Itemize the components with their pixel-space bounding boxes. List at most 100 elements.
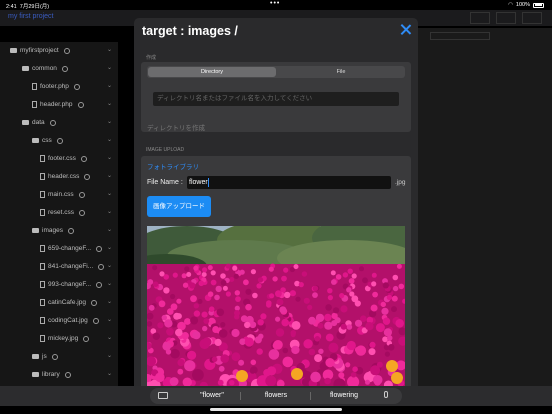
flower-bloom	[275, 290, 282, 298]
file-icon	[40, 155, 45, 162]
convert-button[interactable]	[496, 12, 516, 24]
segment-directory[interactable]: Directory	[148, 67, 276, 77]
tree-item[interactable]: js	[32, 353, 58, 360]
tree-item[interactable]: common	[22, 65, 68, 72]
gear-icon[interactable]	[64, 371, 71, 378]
chevron-down-icon[interactable]: ⌄	[107, 46, 112, 53]
editor-tab[interactable]	[430, 32, 490, 40]
tree-item[interactable]: library	[32, 371, 71, 378]
flower-bloom	[175, 313, 182, 320]
gear-icon[interactable]	[63, 47, 70, 54]
tree-item[interactable]: css	[32, 137, 63, 144]
chevron-down-icon[interactable]: ⌄	[107, 172, 112, 179]
flower-bloom	[147, 279, 154, 285]
suggestion-3[interactable]: flowering	[324, 392, 364, 399]
tree-item[interactable]: images	[32, 227, 74, 234]
tree-item[interactable]: reset.css	[40, 209, 86, 216]
home-indicator	[210, 408, 342, 411]
chevron-down-icon[interactable]: ⌄	[107, 118, 112, 125]
modal-title: target : images /	[142, 24, 238, 38]
gear-icon[interactable]	[96, 245, 103, 252]
gear-icon[interactable]	[61, 65, 68, 72]
check-button[interactable]	[470, 12, 490, 24]
gear-icon[interactable]	[79, 209, 86, 216]
chevron-down-icon[interactable]: ⌄	[107, 262, 112, 269]
tree-item[interactable]: 841-changeFi...	[40, 263, 105, 270]
flower-bloom	[190, 295, 197, 303]
chevron-down-icon[interactable]: ⌄	[107, 64, 112, 71]
suggestion-2[interactable]: flowers	[256, 392, 296, 399]
gear-icon[interactable]	[90, 299, 97, 306]
microphone-icon[interactable]	[384, 391, 388, 398]
chevron-down-icon[interactable]: ⌄	[107, 136, 112, 143]
chevron-down-icon[interactable]: ⌄	[107, 370, 112, 377]
suggestion-separator	[310, 392, 311, 400]
gear-icon[interactable]	[83, 335, 90, 342]
flower-bloom	[256, 348, 263, 355]
gear-icon[interactable]	[98, 263, 105, 270]
tree-item[interactable]: 659-changeF...	[40, 245, 103, 252]
gear-icon[interactable]	[73, 83, 80, 90]
create-directory-button[interactable]: ディレクトリを作成	[147, 122, 205, 132]
flower-bloom	[312, 285, 319, 292]
filename-input[interactable]: flower	[187, 176, 391, 189]
flower-bloom	[172, 272, 178, 278]
gear-icon[interactable]	[67, 227, 74, 234]
tree-item[interactable]: codingCat.jpg	[40, 317, 99, 324]
chevron-down-icon[interactable]: ⌄	[107, 226, 112, 233]
flower-bloom	[307, 304, 313, 310]
segment-file[interactable]: File	[277, 66, 405, 78]
close-icon[interactable]	[399, 23, 412, 36]
chevron-down-icon[interactable]: ⌄	[107, 154, 112, 161]
gear-icon[interactable]	[77, 101, 84, 108]
save-button[interactable]	[522, 12, 542, 24]
tree-item[interactable]: catinCafe.jpg	[40, 299, 97, 306]
tree-item[interactable]: header.php	[32, 101, 84, 108]
chevron-down-icon[interactable]: ⌄	[107, 334, 112, 341]
flower-bloom	[347, 268, 353, 274]
flower-bloom	[193, 265, 199, 271]
chevron-down-icon[interactable]: ⌄	[107, 100, 112, 107]
upload-card: フォトライブラリ File Name : flower .jpg 画像アップロー…	[141, 156, 411, 390]
keyboard-icon[interactable]	[158, 392, 168, 399]
flower-bloom	[351, 273, 357, 279]
tree-item[interactable]: 993-changeF...	[40, 281, 103, 288]
chevron-down-icon[interactable]: ⌄	[107, 82, 112, 89]
chevron-down-icon[interactable]: ⌄	[107, 316, 112, 323]
photo-library-link[interactable]: フォトライブラリ	[147, 161, 199, 171]
chevron-down-icon[interactable]: ⌄	[107, 244, 112, 251]
project-title[interactable]: my first project	[8, 13, 54, 20]
gear-icon[interactable]	[78, 191, 85, 198]
directory-name-input[interactable]: ディレクトリ名またはファイル名を入力してください	[153, 92, 399, 106]
flower-bloom	[202, 267, 208, 273]
multitask-dots[interactable]: •••	[270, 0, 280, 7]
chevron-down-icon[interactable]: ⌄	[107, 352, 112, 359]
flower-bloom	[244, 337, 254, 347]
gear-icon[interactable]	[49, 119, 56, 126]
tree-item[interactable]: mickey.jpg	[40, 335, 90, 342]
image-upload-button[interactable]: 画像アップロード	[147, 196, 211, 217]
gear-icon[interactable]	[80, 155, 87, 162]
tree-item[interactable]: myfirstproject	[10, 47, 70, 54]
gear-icon[interactable]	[56, 137, 63, 144]
tree-item[interactable]: data	[22, 119, 56, 126]
chevron-down-icon[interactable]: ⌄	[107, 208, 112, 215]
gear-icon[interactable]	[84, 173, 91, 180]
tree-item-label: 993-changeF...	[48, 281, 92, 288]
chevron-down-icon[interactable]: ⌄	[107, 298, 112, 305]
flower-bloom	[386, 294, 393, 301]
tree-item[interactable]: footer.css	[40, 155, 87, 162]
gear-icon[interactable]	[92, 317, 99, 324]
tree-item[interactable]: header.css	[40, 173, 91, 180]
flower-bloom	[375, 323, 385, 333]
tree-item[interactable]: footer.php	[32, 83, 80, 90]
flower-bloom	[250, 269, 256, 275]
flower-bloom	[201, 272, 207, 277]
gear-icon[interactable]	[96, 281, 103, 288]
chevron-down-icon[interactable]: ⌄	[107, 190, 112, 197]
gear-icon[interactable]	[51, 353, 58, 360]
tree-item[interactable]: main.css	[40, 191, 85, 198]
suggestion-1[interactable]: "flower"	[192, 392, 232, 399]
chevron-down-icon[interactable]: ⌄	[107, 280, 112, 287]
flower-bloom	[155, 372, 165, 383]
